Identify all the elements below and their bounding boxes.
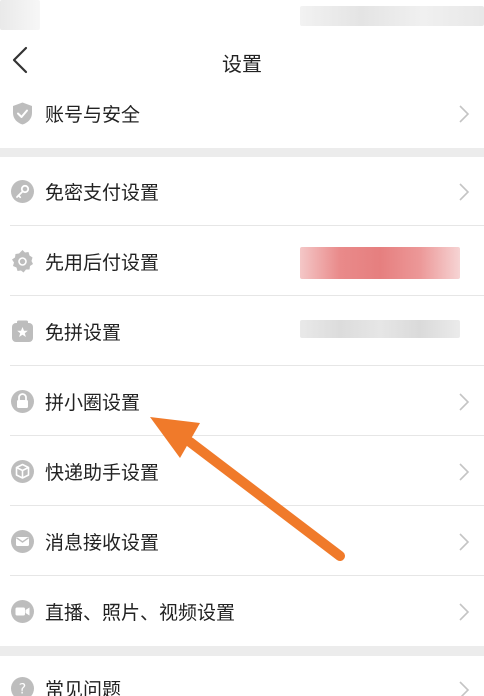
row-divider [10, 225, 484, 226]
chevron-right-icon [459, 681, 470, 696]
settings-row-label: 直播、照片、视频设置 [45, 602, 236, 624]
settings-row-account-security[interactable]: 账号与安全 [0, 79, 484, 148]
settings-row-password-free-payment[interactable]: 免密支付设置 [0, 157, 484, 226]
package-icon [11, 460, 34, 483]
lock-icon [11, 390, 34, 413]
blurred-value [300, 320, 460, 338]
chevron-right-icon [459, 183, 470, 201]
settings-row-label: 拼小圈设置 [45, 392, 141, 414]
settings-row-faq[interactable]: ? 常见问题 [0, 656, 484, 696]
settings-row-label: 先用后付设置 [45, 252, 160, 274]
settings-row-express-assistant[interactable]: 快递助手设置 [0, 437, 484, 506]
mail-icon [11, 530, 34, 553]
settings-row-message-receive[interactable]: 消息接收设置 [0, 507, 484, 576]
settings-row-label: 常见问题 [45, 679, 122, 696]
status-bar [0, 0, 484, 34]
page-title: 设置 [222, 52, 262, 76]
help-icon: ? [11, 677, 34, 696]
section-gap [0, 646, 484, 656]
star-box-icon [12, 320, 33, 342]
settings-row-live-photo-video[interactable]: 直播、照片、视频设置 [0, 577, 484, 646]
row-divider [10, 295, 484, 296]
blurred-value [300, 247, 460, 279]
status-bar-blur [300, 6, 484, 26]
row-divider [10, 365, 484, 366]
gear-badge-icon [12, 250, 33, 273]
svg-text:?: ? [19, 682, 26, 696]
chevron-right-icon [459, 463, 470, 481]
section-gap [0, 148, 484, 157]
chevron-right-icon [459, 603, 470, 621]
settings-row-label: 免拼设置 [45, 322, 122, 344]
row-divider [10, 435, 484, 436]
settings-row-label: 消息接收设置 [45, 532, 160, 554]
status-bar-blur-left [0, 0, 40, 30]
settings-row-label: 快递助手设置 [45, 462, 160, 484]
chevron-right-icon [459, 105, 470, 123]
video-camera-icon [11, 600, 34, 623]
settings-row-label: 账号与安全 [45, 104, 141, 126]
settings-row-pin-circle[interactable]: 拼小圈设置 [0, 367, 484, 436]
row-divider [10, 505, 484, 506]
shield-check-icon [13, 102, 32, 125]
chevron-right-icon [459, 533, 470, 551]
settings-row-label: 免密支付设置 [45, 182, 160, 204]
settings-row-no-group[interactable]: 免拼设置 [0, 297, 484, 366]
chevron-right-icon [459, 393, 470, 411]
settings-row-pay-later[interactable]: 先用后付设置 [0, 227, 484, 296]
key-icon [11, 180, 34, 203]
row-divider [10, 575, 484, 576]
